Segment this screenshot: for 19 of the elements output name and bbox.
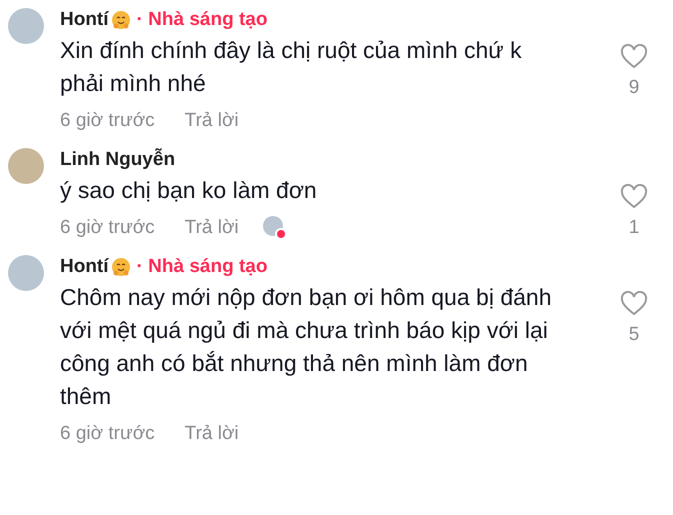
like-count: 9 <box>628 76 640 100</box>
author-name[interactable]: Hontí <box>60 6 109 34</box>
comment-time: 6 giờ trước <box>60 422 155 446</box>
author-name[interactable]: Linh Nguyễn <box>60 146 176 174</box>
like-count: 5 <box>628 323 640 347</box>
heart-icon[interactable] <box>620 291 648 317</box>
comment-text: Xin đính chính đây là chị ruột của mình chứ k phải mình nhé <box>60 36 523 98</box>
comment-time: 6 giờ trước <box>60 216 155 240</box>
avatar-photo-placeholder[interactable] <box>8 8 44 44</box>
author-name[interactable]: Hontí <box>60 252 109 282</box>
comment-text: ý sao chị bạn ko làm đơn <box>60 176 318 205</box>
creator-label: · Nhà sáng tạo <box>136 8 268 32</box>
creator-label: · Nhà sáng tạo <box>136 254 268 279</box>
avatar-photo-placeholder[interactable] <box>8 255 44 291</box>
comment-time: 6 giờ trước <box>60 108 155 133</box>
comment-text: Chôm nay mới nộp đơn bạn ơi hôm qua bị đánh với mệt quá ngủ đi mà chưa trình báo kịp với lại công anh có bắt nhưng thả nên mình làm đơn thêm <box>60 283 552 411</box>
like-count: 1 <box>628 216 640 240</box>
heart-icon[interactable] <box>620 44 648 70</box>
heart-icon[interactable] <box>620 184 648 210</box>
